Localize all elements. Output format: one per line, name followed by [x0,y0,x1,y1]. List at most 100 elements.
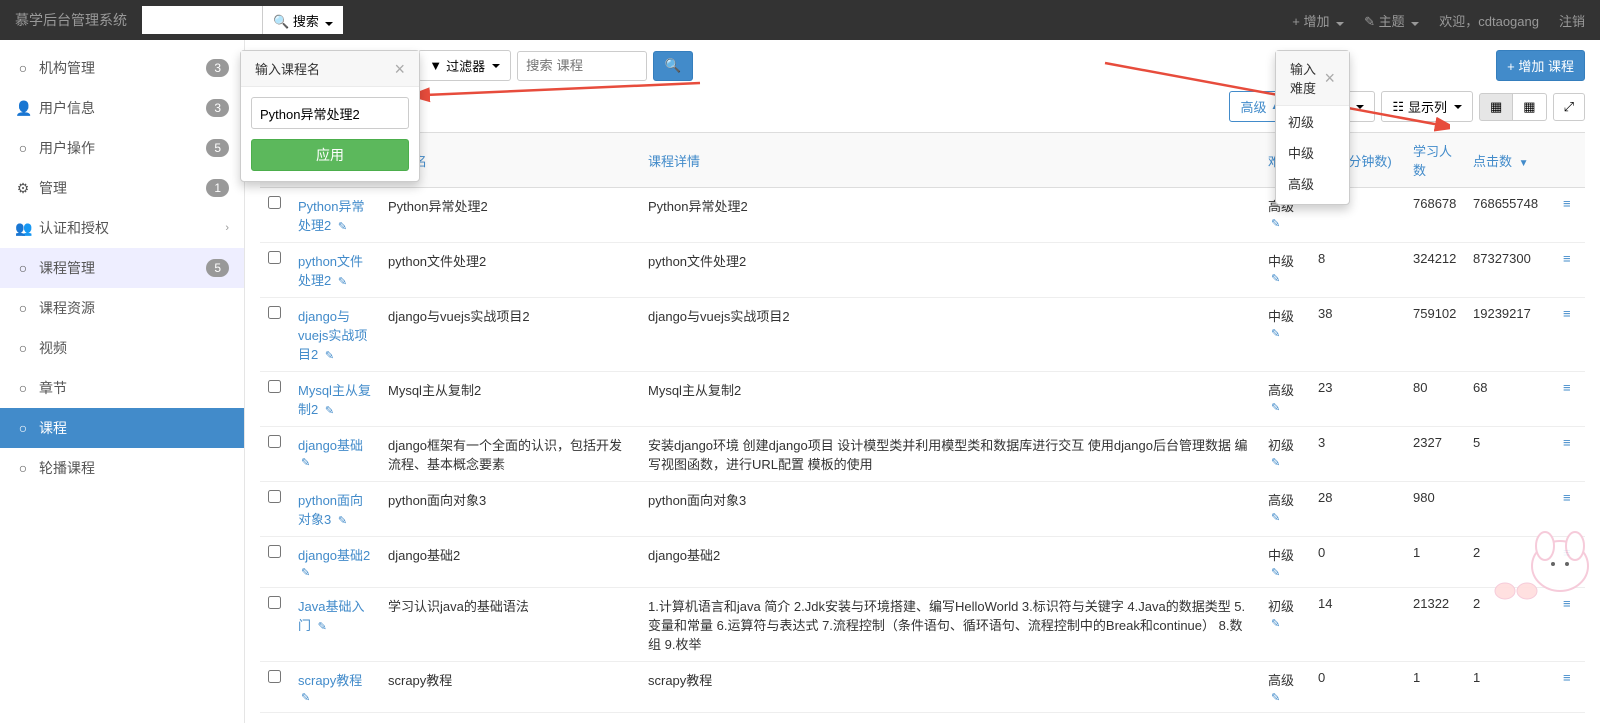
row-checkbox[interactable] [268,670,281,683]
cell-click: 87327300 [1465,243,1555,298]
row-menu-icon[interactable]: ≡ [1563,306,1571,321]
cell-study: 1 [1405,537,1465,588]
cell-study: 980 [1405,482,1465,537]
close-icon[interactable]: × [1324,69,1335,87]
course-link[interactable]: python面向对象3 [298,493,363,527]
row-checkbox[interactable] [268,306,281,319]
col-study-header[interactable]: 学习人数 [1405,133,1465,188]
edit-icon[interactable]: ✎ [338,515,347,527]
apply-button[interactable]: 应用 [251,139,409,171]
row-checkbox[interactable] [268,435,281,448]
close-icon[interactable]: × [394,60,405,78]
global-search-input[interactable] [142,6,262,34]
cell-click: 1 [1465,662,1555,713]
edit-icon[interactable]: ✎ [338,276,347,288]
edit-icon[interactable]: ✎ [1271,218,1280,230]
course-link[interactable]: python文件处理2 [298,254,363,288]
course-link[interactable]: scrapy教程 [298,673,362,688]
sidebar-item[interactable]: ○视频 [0,328,244,368]
edit-icon[interactable]: ✎ [325,350,334,362]
row-checkbox[interactable] [268,251,281,264]
cell-detail: python文件处理2 [640,243,1260,298]
sidebar-item[interactable]: ⚙管理1 [0,168,244,208]
cell-study: 2327 [1405,427,1465,482]
cell-study: 768678 [1405,188,1465,243]
table-row: Java基础入门 ✎ 学习认识java的基础语法 1.计算机语言和java 简介… [260,588,1585,662]
edit-icon[interactable]: ✎ [1271,692,1280,704]
edit-icon[interactable]: ✎ [301,457,310,469]
row-menu-icon[interactable]: ≡ [1563,435,1571,450]
columns-button[interactable]: ☷ 显示列 [1381,91,1473,122]
difficulty-option[interactable]: 高级 [1276,168,1349,199]
course-name-input[interactable] [251,97,409,129]
edit-icon[interactable]: ✎ [1271,328,1280,340]
edit-icon[interactable]: ✎ [325,405,334,417]
difficulty-option[interactable]: 中级 [1276,137,1349,168]
welcome-link[interactable]: 欢迎，cdtaogang [1439,11,1539,30]
col-detail-header[interactable]: 课程详情 [640,133,1260,188]
edit-icon[interactable]: ✎ [301,567,310,579]
sidebar-item[interactable]: ○机构管理3 [0,48,244,88]
table-search-button[interactable]: 🔍 [653,51,693,81]
edit-icon[interactable]: ✎ [1271,512,1280,524]
row-checkbox[interactable] [268,490,281,503]
course-link[interactable]: django基础2 [298,548,370,563]
cell-diff: 中级 ✎ [1260,243,1310,298]
edit-icon[interactable]: ✎ [1271,618,1280,630]
row-checkbox[interactable] [268,380,281,393]
cell-name: django基础2 [380,537,640,588]
edit-icon[interactable]: ✎ [1271,402,1280,414]
sidebar-item-label: 管理 [39,178,67,198]
cell-study: 21322 [1405,588,1465,662]
logout-link[interactable]: 注销 [1559,11,1585,30]
row-menu-icon[interactable]: ≡ [1563,490,1571,505]
sidebar-item[interactable]: ○课程资源 [0,288,244,328]
row-checkbox[interactable] [268,596,281,609]
edit-icon[interactable]: ✎ [318,621,327,633]
sidebar-item[interactable]: 👤用户信息3 [0,88,244,128]
row-menu-icon[interactable]: ≡ [1563,251,1571,266]
edit-icon[interactable]: ✎ [301,692,310,704]
row-checkbox[interactable] [268,196,281,209]
badge: 3 [206,99,229,117]
sidebar-item[interactable]: 👥认证和授权› [0,208,244,248]
add-course-button[interactable]: + 增加 课程 [1496,50,1585,81]
difficulty-option[interactable]: 初级 [1276,106,1349,137]
global-search-button[interactable]: 🔍 搜索 [262,6,343,34]
row-menu-icon[interactable]: ≡ [1563,380,1571,395]
table-row: django基础 ✎ django框架有一个全面的认识，包括开发流程、基本概念要… [260,427,1585,482]
grid-large-icon[interactable]: ▦ [1479,93,1513,121]
table-search-input[interactable] [517,51,647,81]
add-menu[interactable]: + 增加 [1292,11,1344,30]
edit-icon[interactable]: ✎ [1271,457,1280,469]
cell-dur: 38 [1310,298,1405,372]
sidebar-item[interactable]: ○轮播课程 [0,448,244,488]
row-menu-icon[interactable]: ≡ [1563,670,1571,685]
col-click-header[interactable]: 点击数 ▼ [1465,133,1555,188]
course-link[interactable]: django基础 [298,438,363,453]
course-link[interactable]: Mysql主从复制2 [298,383,371,417]
global-search: 🔍 搜索 [142,6,343,34]
cell-diff: 高级 ✎ [1260,482,1310,537]
toolbar: 课程 🔖 书签 ▼ 过滤器 🔍 + 增加 课程 [260,50,1585,81]
course-link[interactable]: Java基础入门 [298,599,364,633]
edit-icon[interactable]: ✎ [1271,567,1280,579]
sidebar-item[interactable]: ○章节 [0,368,244,408]
cell-name: Python异常处理2 [380,188,640,243]
course-link[interactable]: Python异常处理2 [298,199,364,233]
cell-name: python文件处理2 [380,243,640,298]
grid-small-icon[interactable]: ▦ [1513,93,1546,121]
edit-icon[interactable]: ✎ [338,221,347,233]
sidebar-item[interactable]: ○课程管理5 [0,248,244,288]
fullscreen-button[interactable]: ⤢ [1553,93,1585,121]
row-checkbox[interactable] [268,545,281,558]
badge: 5 [206,139,229,157]
row-menu-icon[interactable]: ≡ [1563,196,1571,211]
edit-icon[interactable]: ✎ [1271,273,1280,285]
cell-dur: 0 [1310,662,1405,713]
sidebar-item[interactable]: ○用户操作5 [0,128,244,168]
filter-dropdown[interactable]: ▼ 过滤器 [418,50,511,81]
sidebar-item[interactable]: ○课程 [0,408,244,448]
sidebar-item-label: 用户信息 [39,98,95,118]
theme-menu[interactable]: ✎ 主题 [1364,11,1419,30]
